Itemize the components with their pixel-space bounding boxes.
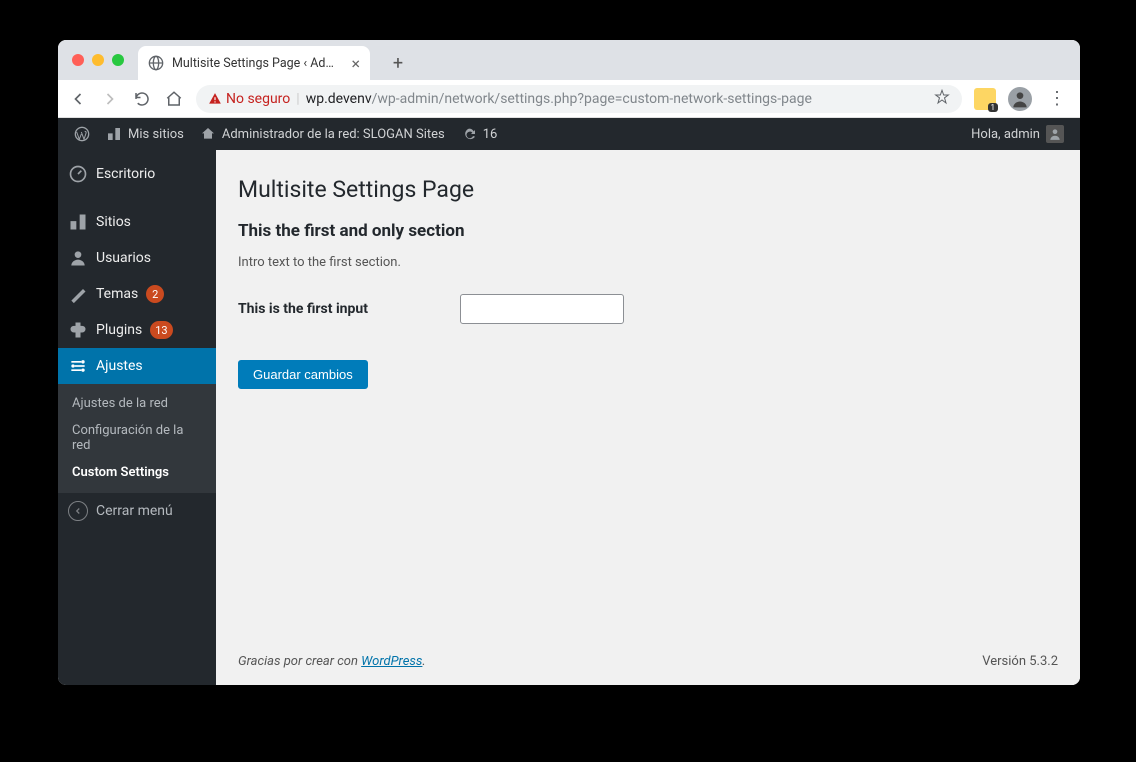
submenu-custom-settings[interactable]: Custom Settings bbox=[58, 459, 216, 486]
footer-wordpress-link[interactable]: WordPress bbox=[361, 654, 422, 669]
forward-button[interactable] bbox=[100, 89, 120, 109]
users-icon bbox=[68, 248, 88, 268]
dashboard-icon bbox=[68, 164, 88, 184]
user-avatar-icon bbox=[1046, 125, 1064, 143]
input-label: This is the first input bbox=[238, 301, 460, 317]
appearance-icon bbox=[68, 284, 88, 304]
sites-icon bbox=[68, 212, 88, 232]
update-icon bbox=[461, 126, 477, 142]
footer-thanks-suffix: . bbox=[422, 654, 425, 669]
submenu-network-settings[interactable]: Ajustes de la red bbox=[58, 390, 216, 417]
not-secure-label: No seguro bbox=[226, 91, 290, 107]
tab-title: Multisite Settings Page ‹ Adminis… bbox=[172, 56, 343, 71]
back-button[interactable] bbox=[68, 89, 88, 109]
wp-body: Escritorio Sitios Usuarios Temas 2 bbox=[58, 150, 1080, 685]
home-icon bbox=[200, 126, 216, 142]
footer-thanks: Gracias por crear con WordPress. bbox=[238, 654, 426, 669]
url-text: wp.devenv/wp-admin/network/settings.php?… bbox=[306, 91, 812, 107]
wp-admin-bar: Mis sitios Administrador de la red: SLOG… bbox=[58, 118, 1080, 150]
update-badge: 2 bbox=[146, 285, 164, 303]
footer-thanks-prefix: Gracias por crear con bbox=[238, 654, 361, 669]
sidebar-item-label: Ajustes bbox=[96, 358, 143, 374]
home-button[interactable] bbox=[164, 89, 184, 109]
wordpress-icon bbox=[74, 126, 90, 142]
sidebar-item-sites[interactable]: Sitios bbox=[58, 204, 216, 240]
profile-avatar[interactable] bbox=[1008, 87, 1032, 111]
reload-button[interactable] bbox=[132, 89, 152, 109]
close-window-button[interactable] bbox=[72, 54, 84, 66]
page-title: Multisite Settings Page bbox=[238, 176, 1058, 203]
address-bar[interactable]: No seguro | wp.devenv/wp-admin/network/s… bbox=[196, 85, 962, 113]
bookmark-button[interactable] bbox=[934, 89, 950, 109]
sidebar-item-themes[interactable]: Temas 2 bbox=[58, 276, 216, 312]
sites-icon bbox=[106, 126, 122, 142]
adminbar-updates[interactable]: 16 bbox=[453, 118, 506, 150]
first-input[interactable] bbox=[460, 294, 624, 324]
extension-badge[interactable] bbox=[974, 88, 996, 110]
adminbar-my-sites[interactable]: Mis sitios bbox=[98, 118, 192, 150]
new-tab-button[interactable]: + bbox=[384, 49, 412, 77]
wp-footer: Gracias por crear con WordPress. Versión… bbox=[238, 634, 1058, 669]
submenu-network-config[interactable]: Configuración de la red bbox=[58, 417, 216, 459]
update-badge: 13 bbox=[150, 321, 172, 339]
sidebar-item-label: Sitios bbox=[96, 214, 131, 230]
sidebar-item-label: Plugins bbox=[96, 322, 142, 338]
browser-menu-button[interactable]: ⋮ bbox=[1044, 88, 1070, 109]
adminbar-my-sites-label: Mis sitios bbox=[128, 127, 184, 142]
sidebar-item-label: Temas bbox=[96, 286, 138, 302]
security-indicator[interactable]: No seguro bbox=[208, 91, 290, 107]
window-controls bbox=[72, 54, 124, 66]
adminbar-updates-count: 16 bbox=[483, 127, 498, 142]
minimize-window-button[interactable] bbox=[92, 54, 104, 66]
address-divider: | bbox=[296, 91, 299, 107]
sidebar-item-users[interactable]: Usuarios bbox=[58, 240, 216, 276]
collapse-menu-label: Cerrar menú bbox=[96, 503, 173, 519]
adminbar-network-admin[interactable]: Administrador de la red: SLOGAN Sites bbox=[192, 118, 453, 150]
adminbar-wordpress-logo[interactable] bbox=[66, 118, 98, 150]
maximize-window-button[interactable] bbox=[112, 54, 124, 66]
url-host: wp.devenv bbox=[306, 91, 372, 107]
sidebar-item-dashboard[interactable]: Escritorio bbox=[58, 156, 216, 192]
browser-tab[interactable]: Multisite Settings Page ‹ Adminis… × bbox=[138, 46, 370, 80]
tab-strip: Multisite Settings Page ‹ Adminis… × + bbox=[58, 40, 1080, 80]
sidebar-item-plugins[interactable]: Plugins 13 bbox=[58, 312, 216, 348]
browser-toolbar: No seguro | wp.devenv/wp-admin/network/s… bbox=[58, 80, 1080, 118]
collapse-icon bbox=[68, 501, 88, 521]
admin-sidebar: Escritorio Sitios Usuarios Temas 2 bbox=[58, 150, 216, 685]
content-area: Multisite Settings Page This the first a… bbox=[216, 150, 1080, 685]
wordpress-app: Mis sitios Administrador de la red: SLOG… bbox=[58, 118, 1080, 685]
url-path: /wp-admin/network/settings.php?page=cust… bbox=[372, 91, 812, 107]
collapse-menu-button[interactable]: Cerrar menú bbox=[58, 492, 216, 529]
close-tab-button[interactable]: × bbox=[351, 54, 360, 73]
adminbar-network-admin-label: Administrador de la red: SLOGAN Sites bbox=[222, 127, 445, 142]
sidebar-item-settings[interactable]: Ajustes bbox=[58, 348, 216, 384]
warning-icon bbox=[208, 92, 222, 106]
adminbar-account[interactable]: Hola, admin bbox=[963, 118, 1072, 150]
section-title: This the first and only section bbox=[238, 221, 1058, 241]
settings-icon bbox=[68, 356, 88, 376]
section-intro: Intro text to the first section. bbox=[238, 255, 1058, 270]
adminbar-greeting: Hola, admin bbox=[971, 127, 1040, 142]
sidebar-item-label: Usuarios bbox=[96, 250, 151, 266]
save-button[interactable]: Guardar cambios bbox=[238, 360, 368, 389]
globe-icon bbox=[148, 55, 164, 71]
footer-version: Versión 5.3.2 bbox=[982, 654, 1058, 669]
browser-window: Multisite Settings Page ‹ Adminis… × + N… bbox=[58, 40, 1080, 685]
plugins-icon bbox=[68, 320, 88, 340]
sidebar-item-label: Escritorio bbox=[96, 166, 155, 182]
form-row: This is the first input bbox=[238, 294, 1058, 324]
settings-submenu: Ajustes de la red Configuración de la re… bbox=[58, 384, 216, 492]
